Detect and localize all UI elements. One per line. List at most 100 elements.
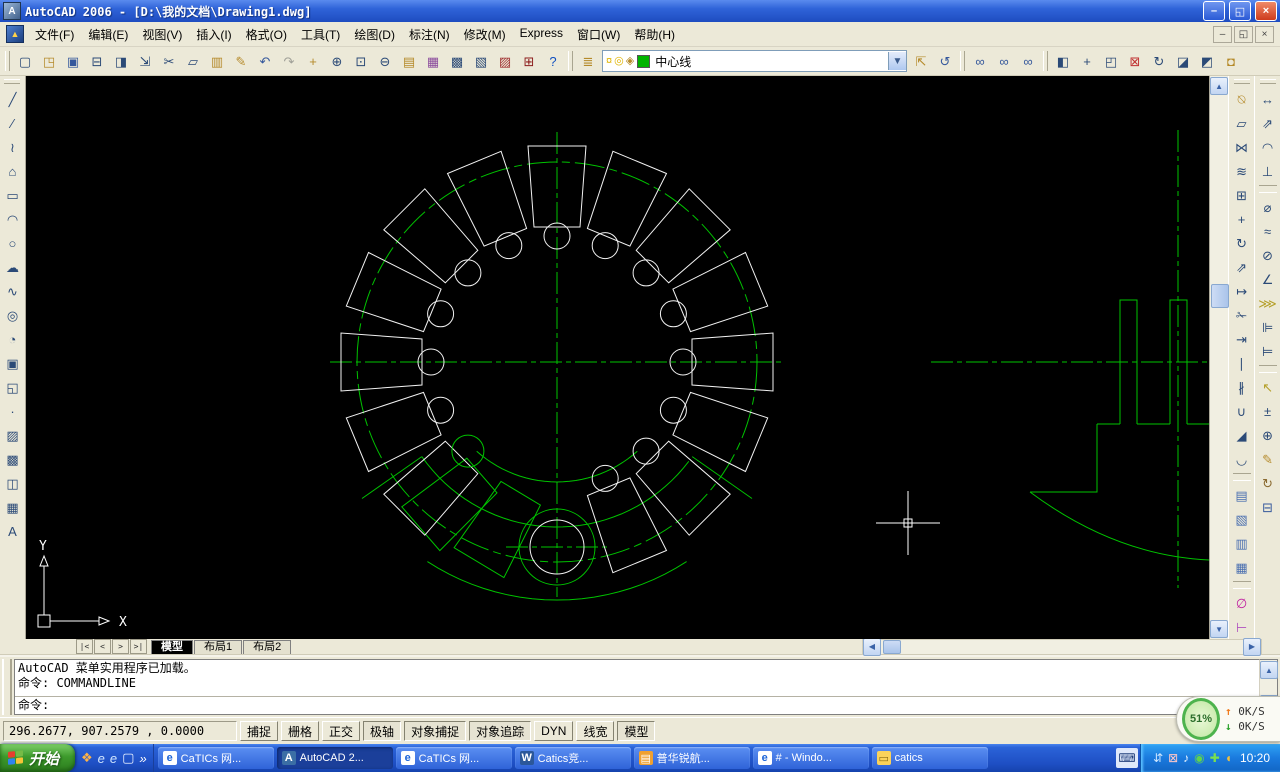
ortho-toggle[interactable]: 正交 [322,721,360,741]
drawing-area[interactable]: YX [26,76,1209,639]
polyline-tool[interactable]: ≀ [0,135,24,159]
layer-properties-manager-icon[interactable]: ≣ [576,49,600,73]
task-catics-web-1[interactable]: e CaTICs 网... [158,747,274,769]
osnap-toggle[interactable]: 对象捕捉 [404,721,466,741]
quick-launch-messenger-icon[interactable]: ❖ [81,750,93,766]
toolbar-grip[interactable] [4,79,20,84]
lineweight-toggle[interactable]: 线宽 [576,721,614,741]
baseline-dimension-tool[interactable]: ⊫ [1256,315,1280,339]
menu-item[interactable]: 窗口(W) [570,23,627,46]
properties-icon[interactable]: ▤ [397,49,421,73]
3d-align-icon[interactable]: ◩ [1195,49,1219,73]
fillet-tool[interactable]: ◡ [1230,447,1254,471]
horizontal-scroll-thumb[interactable] [883,640,901,654]
menu-item[interactable]: 帮助(H) [627,23,682,46]
diameter-dimension-tool[interactable]: ⊘ [1256,243,1280,267]
toolbar-grip[interactable] [1234,79,1250,84]
markup-manager-icon[interactable]: ▨ [493,49,517,73]
no-plot-tool[interactable]: ∅ [1230,591,1254,615]
lineweight-control-icon[interactable]: ∞ [1016,49,1040,73]
redo-icon[interactable]: ↷ [277,49,301,73]
subtract-icon[interactable]: ⊠ [1123,49,1147,73]
erase-tool[interactable]: ⍉ [1230,87,1254,111]
menu-item[interactable]: 视图(V) [135,23,189,46]
draworder-bring-to-front[interactable]: ▤ [1230,483,1254,507]
linetype-control-icon[interactable]: ∞ [992,49,1016,73]
hatch-tool[interactable]: ▨ [0,423,24,447]
toolbar-grip[interactable] [960,51,965,71]
quick-launch-more-icon[interactable]: » [139,751,146,766]
tab-model[interactable]: 模型 [151,640,193,654]
draworder-send-to-back[interactable]: ▧ [1230,507,1254,531]
task-puhua[interactable]: ▤ 普华锐航... [634,747,750,769]
cut-icon[interactable]: ✂ [157,49,181,73]
restore-button[interactable]: ◱ [1229,1,1251,21]
radius-dimension-tool[interactable]: ⌀ [1256,195,1280,219]
input-method-icon[interactable]: ⌨ [1116,748,1138,768]
quick-launch-desktop-icon[interactable]: ▢ [122,750,134,766]
3d-move-icon[interactable]: + [1075,49,1099,73]
layer-on-icon[interactable]: ¤ [606,56,612,67]
quick-leader-tool[interactable]: ↖ [1256,375,1280,399]
publish-icon[interactable]: ⇲ [133,49,157,73]
zoom-previous-icon[interactable]: ⊖ [373,49,397,73]
trim-tool[interactable]: ✁ [1230,303,1254,327]
union-icon[interactable]: ◰ [1099,49,1123,73]
toolbar-grip[interactable] [1260,79,1276,84]
jogged-dimension-tool[interactable]: ≈ [1256,219,1280,243]
extend-tool[interactable]: ⇥ [1230,327,1254,351]
insert-block-tool[interactable]: ▣ [0,351,24,375]
copy-tool[interactable]: ▱ [1230,111,1254,135]
spline-tool[interactable]: ∿ [0,279,24,303]
chamfer-tool[interactable]: ◢ [1230,423,1254,447]
gradient-tool[interactable]: ▩ [0,447,24,471]
snap-toggle[interactable]: 捕捉 [240,721,278,741]
pan-icon[interactable]: + [301,49,325,73]
center-mark-tool[interactable]: ⊕ [1256,423,1280,447]
quick-launch-ie-icon[interactable]: e [98,751,105,766]
revision-cloud-tool[interactable]: ☁ [0,255,24,279]
menu-item[interactable]: 编辑(E) [81,23,135,46]
table-tool[interactable]: ▦ [0,495,24,519]
dim-space-tool[interactable]: ⊢ [1230,615,1254,639]
minimize-button[interactable]: – [1203,1,1225,21]
circle-tool[interactable]: ○ [0,231,24,255]
task-catics-web-2[interactable]: e CaTICs 网... [396,747,512,769]
scroll-down-button[interactable]: ▼ [1210,620,1228,638]
ellipse-tool[interactable]: ◎ [0,303,24,327]
separator[interactable] [1259,365,1277,373]
scroll-right-button[interactable]: ▶ [1243,638,1261,656]
toolbar-grip[interactable] [5,51,10,71]
command-scroll-up-button[interactable]: ▲ [1260,661,1278,679]
draworder-bring-above[interactable]: ▥ [1230,531,1254,555]
separator[interactable] [1233,473,1251,481]
layer-lock-icon[interactable]: ◈ [626,56,634,67]
plot-icon[interactable]: ⊟ [85,49,109,73]
extrude-icon[interactable]: ◧ [1051,49,1075,73]
mirror-tool[interactable]: ⋈ [1230,135,1254,159]
layer-freeze-icon[interactable]: ◎ [614,56,624,67]
join-tool[interactable]: ∪ [1230,399,1254,423]
break-tool[interactable]: ∦ [1230,375,1254,399]
layer-previous-icon[interactable]: ↺ [933,49,957,73]
point-tool[interactable]: · [0,399,24,423]
make-object-layer-current-icon[interactable]: ⇱ [909,49,933,73]
angular-dimension-tool[interactable]: ∠ [1256,267,1280,291]
vertical-scroll-thumb[interactable] [1211,284,1229,308]
zoom-realtime-icon[interactable]: ⊕ [325,49,349,73]
task-folder-catics[interactable]: ▭ catics [872,747,988,769]
undo-icon[interactable]: ↶ [253,49,277,73]
separator[interactable] [1259,185,1277,193]
menu-item[interactable]: Express [513,23,570,46]
aligned-dimension-tool[interactable]: ⇗ [1256,111,1280,135]
menu-item[interactable]: 文件(F) [28,23,81,46]
slice-icon[interactable]: ◪ [1171,49,1195,73]
copy-icon[interactable]: ▱ [181,49,205,73]
line-tool[interactable]: ╱ [0,87,24,111]
chevron-down-icon[interactable]: ▼ [888,52,906,70]
mdi-restore-button[interactable]: ◱ [1234,26,1253,43]
scale-tool[interactable]: ⇗ [1230,255,1254,279]
dimension-style-tool[interactable]: ⊟ [1256,495,1280,519]
multiline-text-tool[interactable]: A [0,519,24,543]
task-ie-window[interactable]: e # - Windo... [753,747,869,769]
